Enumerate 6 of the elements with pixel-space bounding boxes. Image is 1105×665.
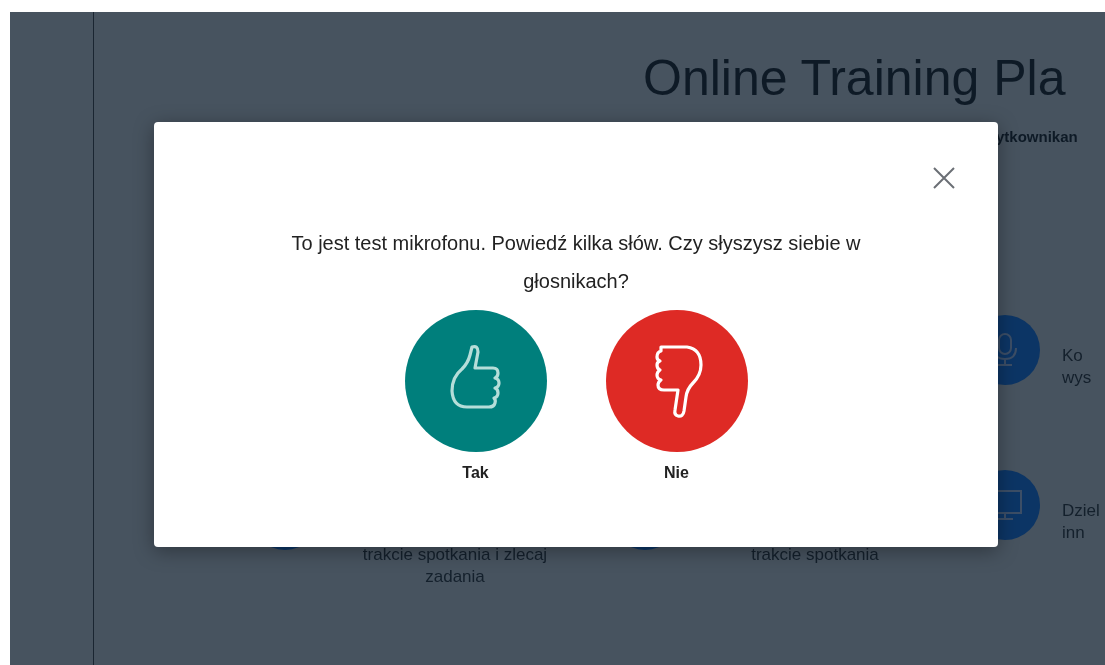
page-title: Online Training Pla [643, 49, 1067, 108]
answer-label: Tak [462, 464, 489, 482]
answer-label: Nie [664, 464, 689, 482]
dialog-question: To jest test mikrofonu. Powiedź kilka słów. Czy słyszysz siebie w głosnikach? [290, 231, 862, 294]
close-icon[interactable] [932, 166, 956, 190]
page-subtitle: ytkownikan [996, 128, 1079, 145]
